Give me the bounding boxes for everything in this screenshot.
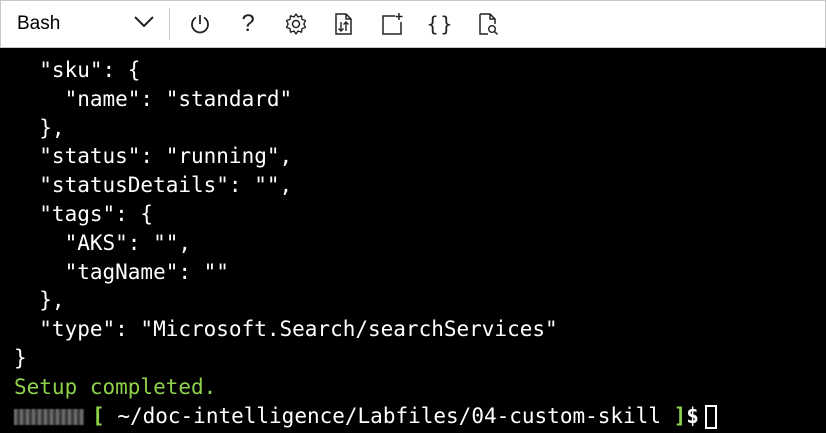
new-session-button[interactable] xyxy=(374,6,410,42)
toolbar: Bash ? {} xyxy=(0,0,826,48)
terminal-line: "statusDetails": "", xyxy=(14,173,293,198)
terminal-line: "AKS": "", xyxy=(14,230,192,255)
terminal-line: "sku": { xyxy=(14,58,141,82)
terminal-line: "type": "Microsoft.Search/searchServices… xyxy=(14,317,558,342)
prompt-open-bracket: [ xyxy=(92,403,105,428)
new-session-icon xyxy=(380,12,404,36)
prompt-cwd: ~/doc-intelligence/Labfiles/04-custom-sk… xyxy=(117,403,661,428)
terminal-line: }, xyxy=(14,288,65,313)
terminal-line: } xyxy=(14,345,27,370)
editor-button[interactable]: {} xyxy=(422,6,458,42)
terminal-line: "tagName": "" xyxy=(14,259,229,284)
cloud-shell-window: Bash ? {} "sku": {"name": "standard"},… xyxy=(0,0,826,433)
prompt-symbol: $ xyxy=(686,403,699,428)
terminal-line: "status": "running", xyxy=(14,144,293,169)
prompt-close-bracket: ] xyxy=(673,403,687,428)
braces-icon: {} xyxy=(426,12,454,36)
shell-selector-label: Bash xyxy=(17,13,61,34)
help-icon: ? xyxy=(241,10,255,37)
gear-icon xyxy=(284,12,308,36)
help-button[interactable]: ? xyxy=(230,6,266,42)
terminal-cursor[interactable] xyxy=(704,404,717,429)
upload-download-button[interactable] xyxy=(326,6,362,42)
redacted-username xyxy=(14,408,84,425)
web-preview-button[interactable] xyxy=(470,6,506,42)
upload-download-icon xyxy=(333,12,355,36)
shell-selector[interactable]: Bash xyxy=(11,6,161,42)
terminal-line: }, xyxy=(14,115,65,140)
setup-status-line: Setup completed. xyxy=(14,374,217,399)
toolbar-divider xyxy=(169,8,170,40)
chevron-down-icon xyxy=(133,15,155,34)
terminal-line: "name": "standard" xyxy=(14,86,293,111)
settings-button[interactable] xyxy=(278,6,314,42)
terminal-line: "tags": { xyxy=(14,201,154,226)
power-icon xyxy=(189,13,211,35)
terminal-output[interactable]: "sku": { "name": "standard" }, "status":… xyxy=(0,48,826,433)
prompt-line[interactable]: [ ~/doc-intelligence/Labfiles/04-custom-… xyxy=(14,402,826,431)
restart-button[interactable] xyxy=(182,6,218,42)
preview-icon xyxy=(477,12,499,36)
